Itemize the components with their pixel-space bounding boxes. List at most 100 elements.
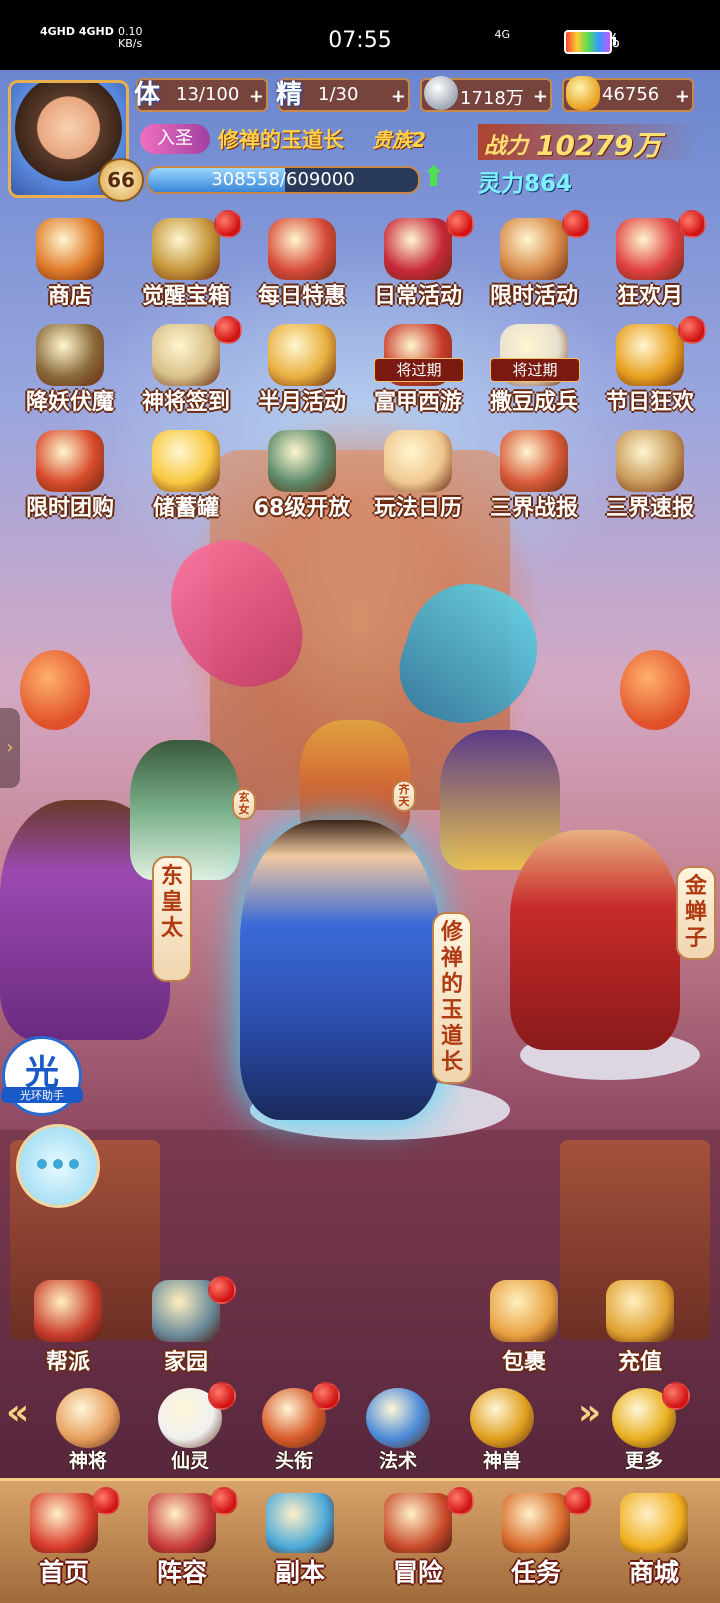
nav-icon[interactable]: 神将	[40, 1388, 136, 1480]
nav-icon[interactable]: 更多	[596, 1382, 692, 1480]
activity-label: 商店	[47, 284, 92, 309]
name-banner-main: 修禅的玉道长	[432, 912, 472, 1084]
add-stamina-icon[interactable]: +	[249, 86, 264, 107]
activity-icon[interactable]: 日常活动	[362, 210, 474, 320]
activity-icon[interactable]: 68级开放	[246, 422, 358, 532]
tab-art-icon	[148, 1493, 216, 1553]
base-button[interactable]: 包裹	[476, 1280, 572, 1380]
activity-art-icon	[500, 218, 568, 280]
activity-label: 日常活动	[373, 284, 462, 309]
add-silver-icon[interactable]: +	[533, 86, 548, 107]
level-up-arrow-icon[interactable]: ⬆	[422, 160, 445, 193]
activity-art-icon	[268, 218, 336, 280]
energy-label: 精	[276, 80, 303, 110]
power-value: 10279万	[536, 129, 662, 162]
activity-icon[interactable]: 神将签到	[130, 316, 242, 426]
energy-bar[interactable]: 精 1/30 +	[276, 78, 410, 112]
base-button-label: 帮派	[45, 1350, 90, 1375]
base-button[interactable]: 家园	[138, 1276, 236, 1380]
activity-label: 每日特惠	[257, 284, 346, 309]
nav-label: 仙灵	[170, 1450, 209, 1472]
notification-dot-icon	[446, 1487, 474, 1515]
side-drawer-tab[interactable]: ›	[0, 708, 20, 788]
add-energy-icon[interactable]: +	[391, 86, 406, 107]
activity-icon[interactable]: 半月活动	[246, 316, 358, 426]
nav-icon[interactable]: 头衔	[246, 1382, 342, 1480]
activity-icon[interactable]: 限时活动	[478, 210, 590, 320]
scroll-left-arrow[interactable]: «	[6, 1392, 29, 1433]
tab-0[interactable]: 首页	[8, 1487, 120, 1601]
base-button[interactable]: 帮派	[20, 1280, 116, 1380]
activity-icon[interactable]: 觉醒宝箱	[130, 210, 242, 320]
lantern-right	[620, 650, 690, 730]
tab-4[interactable]: 任务	[480, 1487, 592, 1601]
activity-icon[interactable]: 狂欢月	[594, 210, 706, 320]
tab-1[interactable]: 阵容	[126, 1487, 238, 1601]
activity-icon[interactable]: 撒豆成兵 将过期	[478, 316, 590, 426]
activity-label: 半月活动	[257, 390, 346, 415]
notification-dot-icon	[210, 1487, 238, 1515]
hero-main[interactable]	[240, 820, 440, 1120]
activity-icon[interactable]: 降妖伏魔	[14, 316, 126, 426]
activity-label: 限时团购	[25, 496, 114, 521]
activity-icon[interactable]: 节日狂欢	[594, 316, 706, 426]
silver-bar[interactable]: 1718万 +	[420, 76, 552, 112]
hero-right[interactable]	[510, 830, 680, 1050]
tab-2[interactable]: 副本	[244, 1489, 356, 1601]
activity-icon[interactable]: 三界速报	[594, 422, 706, 532]
chat-bubble-button[interactable]	[16, 1124, 100, 1208]
add-gold-icon[interactable]: +	[675, 86, 690, 107]
bottom-tab-bar: 首页 阵容 副本 冒险 任务 商城	[0, 1478, 720, 1603]
base-button[interactable]: 充值	[592, 1280, 688, 1380]
tab-5[interactable]: 商城	[598, 1489, 710, 1601]
nav-icon[interactable]: 法术	[350, 1388, 446, 1480]
activity-art-icon	[384, 218, 452, 280]
notification-dot-icon	[562, 210, 590, 238]
nav-label: 神兽	[482, 1450, 521, 1472]
halo-assistant-button[interactable]: 光 光环助手	[1, 1036, 83, 1116]
signal-label: 4G	[494, 28, 510, 41]
activity-icon[interactable]: 限时团购	[14, 422, 126, 532]
tab-label: 冒险	[392, 1558, 443, 1587]
nav-icon[interactable]: 仙灵	[142, 1382, 238, 1480]
activity-icon[interactable]: 富甲西游 将过期	[362, 316, 474, 426]
notification-dot-icon	[92, 1487, 120, 1515]
activity-icon[interactable]: 储蓄罐	[130, 422, 242, 532]
activity-icon[interactable]: 每日特惠	[246, 210, 358, 320]
tab-label: 商城	[628, 1558, 679, 1587]
activity-label: 限时活动	[489, 284, 578, 309]
stamina-bar[interactable]: 体 13/100 +	[134, 78, 268, 112]
stamina-value: 13/100	[176, 84, 240, 105]
activity-label: 玩法日历	[373, 496, 462, 521]
exp-text: 308558/609000	[211, 169, 355, 190]
halo-assistant-label: 光环助手	[1, 1087, 83, 1103]
activity-icon[interactable]: 三界战报	[478, 422, 590, 532]
activity-label: 狂欢月	[616, 284, 683, 309]
activity-art-icon	[500, 430, 568, 492]
battery-icon	[564, 30, 616, 54]
tab-label: 阵容	[156, 1558, 207, 1587]
notification-dot-icon	[564, 1487, 592, 1515]
tab-3[interactable]: 冒险	[362, 1487, 474, 1601]
silver-value: 1718万	[460, 88, 524, 109]
tab-label: 首页	[38, 1558, 89, 1587]
nav-icon[interactable]: 神兽	[454, 1388, 550, 1480]
activity-art-icon	[152, 430, 220, 492]
activity-label: 68级开放	[253, 496, 351, 521]
activity-art-icon	[268, 324, 336, 386]
notification-dot-icon	[662, 1382, 690, 1410]
chat-dot-icon	[37, 1159, 47, 1169]
base-button-art-icon	[34, 1280, 102, 1342]
energy-value: 1/30	[318, 84, 359, 105]
activity-label: 降妖伏魔	[25, 390, 114, 415]
activity-icon[interactable]: 玩法日历	[362, 422, 474, 532]
tab-label: 任务	[510, 1558, 561, 1587]
notification-dot-icon	[678, 210, 706, 238]
gold-bar[interactable]: 46756 +	[562, 76, 694, 112]
activity-art-icon	[152, 324, 220, 386]
noble-level[interactable]: 贵族2	[372, 124, 426, 153]
activity-icon[interactable]: 商店	[14, 210, 126, 320]
tab-art-icon	[384, 1493, 452, 1553]
activity-label: 富甲西游	[373, 390, 462, 415]
notification-dot-icon	[214, 316, 242, 344]
